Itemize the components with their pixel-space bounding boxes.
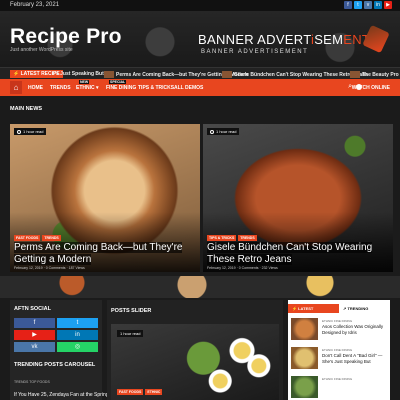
food-image-strip (0, 276, 400, 298)
read-time-badge: 1 hour read (117, 330, 144, 337)
top-bar: February 23, 2021 f t v in ▶ (0, 0, 400, 11)
linkedin-icon[interactable]: in (374, 1, 382, 9)
vk-icon[interactable]: v (364, 1, 372, 9)
social-panel: AFTN SOCIAL f t ▶ in vk ◎ TRENDING POSTS… (10, 300, 109, 400)
top-social-icons: f t v in ▶ (344, 1, 392, 9)
twitter-icon[interactable]: t (354, 1, 362, 9)
category-tag[interactable]: TIPS & TRICKS (207, 235, 237, 241)
spoon-graphic (362, 24, 390, 54)
post-thumbnail (291, 318, 318, 340)
current-date: February 23, 2021 (10, 2, 60, 8)
list-item[interactable]: ETHNIC FINE DINING (291, 376, 389, 400)
tab-trending[interactable]: ↗ TRENDING (339, 304, 390, 313)
youtube-icon[interactable]: ▶ (14, 330, 55, 340)
category-tag[interactable]: TRENDS (238, 235, 257, 241)
new-badge: NEW (79, 80, 90, 84)
nav-item-trends[interactable]: TRENDS (50, 85, 71, 91)
post-title[interactable]: Don't Call Dent A "Bad Girl" — She's Jus… (322, 353, 388, 364)
clock-icon (17, 129, 21, 134)
posts-slider: POSTS SLIDER 1 hour read FAST FOODS ETHN… (107, 300, 283, 400)
site-tagline: Just another WordPress site (10, 47, 73, 53)
news-ticker: ⚡ LATEST RECIPE e's Just Speaking But Pe… (0, 67, 400, 79)
carousel-title: TRENDING POSTS CAROUSEL (14, 362, 96, 368)
linkedin-icon[interactable]: in (57, 330, 98, 340)
card-tags: TIPS & TRICKS TRENDS (207, 235, 257, 241)
post-category: ETHNIC FINE DINING (322, 377, 353, 381)
banner-headline: BANNER ADVERTiSEMENT (198, 32, 371, 47)
nav-item-home[interactable]: HOME (28, 85, 43, 91)
post-thumbnail (291, 347, 318, 369)
nav-item-ethnic[interactable]: ETHNIC ▾ NEW (76, 80, 99, 91)
tab-latest[interactable]: ⚡ LATEST (288, 304, 339, 313)
card-tags: FAST FOODS TRENDS (14, 235, 61, 241)
home-icon[interactable]: ⌂ (10, 81, 22, 94)
main-navigation: ⌂ HOME TRENDS ETHNIC ▾ NEW FINE DINING SPE… (0, 79, 400, 96)
read-time-badge: 1 hour read (207, 128, 240, 135)
nav-item-fine-dining[interactable]: FINE DINING SPECIAL (106, 80, 136, 91)
vk-icon[interactable]: vk (14, 342, 55, 352)
ticker-thumbnail (222, 71, 232, 78)
ticker-thumbnail (104, 71, 114, 78)
ticker-item[interactable]: e's Just Speaking But (52, 71, 104, 77)
slider-tags: FAST FOODS ETHNIC (117, 389, 163, 395)
category-tag[interactable]: FAST FOODS (117, 389, 144, 395)
banner-advertisement[interactable]: BANNER ADVERTiSEMENT BANNER ADVERTISEMEN… (198, 24, 390, 62)
card-title[interactable]: Gisele Bündchen Can't Stop Wearing These… (207, 242, 389, 265)
site-logo[interactable]: Recipe Pro (10, 25, 122, 49)
card-title[interactable]: Perms Are Coming Back—but They're Gettin… (14, 242, 196, 265)
twitter-icon[interactable]: t (57, 318, 98, 328)
carousel-category[interactable]: TRENDS TOP FOODS (14, 380, 50, 384)
post-category: ETHNIC FINE DINING (322, 348, 353, 352)
list-item[interactable]: ETHNIC FINE DINING Don't Call Dent A "Ba… (291, 347, 389, 375)
post-title[interactable]: Asos Collection Was Originally Designed … (322, 324, 388, 335)
ticker-item[interactable]: The Beauty Pro (350, 71, 399, 78)
social-panel-title: AFTN SOCIAL (14, 306, 51, 312)
facebook-icon[interactable]: f (14, 318, 55, 328)
latest-sidebar: ⚡ LATEST ↗ TRENDING ETHNIC FINE DINING A… (288, 300, 390, 400)
clock-icon (210, 129, 214, 134)
category-tag[interactable]: ETHNIC (145, 389, 163, 395)
card-meta: February 12, 2019 · 0 Comments · 232 Vie… (207, 266, 278, 270)
site-header: Recipe Pro Just another WordPress site B… (0, 11, 400, 67)
post-category: ETHNIC FINE DINING (322, 319, 353, 323)
nav-item-tips-tricks[interactable]: TIPS & TRICKS (138, 85, 174, 91)
category-tag[interactable]: FAST FOODS (14, 235, 41, 241)
news-card[interactable]: 1 hour read TIPS & TRICKS TRENDS Gisele … (203, 124, 393, 272)
sidebar-tabs: ⚡ LATEST ↗ TRENDING (288, 304, 390, 313)
post-thumbnail (291, 376, 318, 398)
watch-online-button[interactable]: WATCH ONLINE (352, 85, 390, 91)
special-badge: SPECIAL (109, 80, 127, 84)
posts-slider-title: POSTS SLIDER (111, 308, 152, 314)
card-meta: February 12, 2019 · 0 Comments · 187 Vie… (14, 266, 85, 270)
nav-item-all-demos[interactable]: ALL DEMOS (174, 85, 203, 91)
youtube-icon[interactable]: ▶ (384, 1, 392, 9)
main-news-title: MAIN NEWS (10, 106, 43, 112)
whatsapp-icon[interactable]: ◎ (57, 342, 98, 352)
carousel-post-title[interactable]: If You Have 25, Zendaya Fan at the Sprin… (14, 392, 109, 398)
news-card[interactable]: 1 hour read FAST FOODS TRENDS Perms Are … (10, 124, 200, 272)
ticker-item[interactable]: Gisele Bündchen Can't Stop Wearing These… (222, 71, 368, 78)
list-item[interactable]: ETHNIC FINE DINING Asos Collection Was O… (291, 318, 389, 346)
read-time-badge: 1 hour read (14, 128, 47, 135)
facebook-icon[interactable]: f (344, 1, 352, 9)
category-tag[interactable]: TRENDS (42, 235, 61, 241)
ticker-thumbnail (350, 71, 360, 78)
banner-subline: BANNER ADVERTISEMENT (201, 49, 309, 55)
